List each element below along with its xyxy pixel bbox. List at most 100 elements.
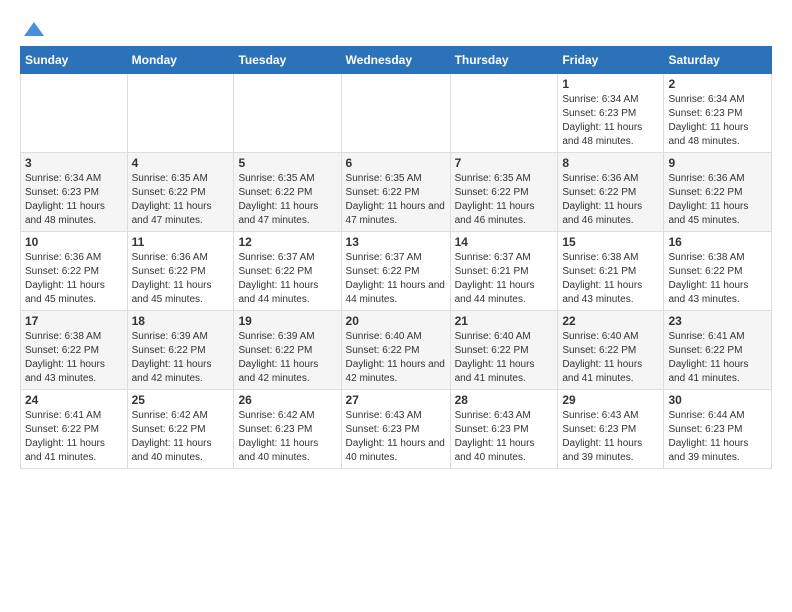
header-row [20,20,772,38]
calendar-cell: 2Sunrise: 6:34 AM Sunset: 6:23 PM Daylig… [664,74,772,153]
header-row: SundayMondayTuesdayWednesdayThursdayFrid… [21,47,772,74]
cell-info: Sunrise: 6:35 AM Sunset: 6:22 PM Dayligh… [455,172,554,228]
cell-info: Sunrise: 6:43 AM Sunset: 6:23 PM Dayligh… [346,409,446,465]
calendar-week-1: 1 Sunrise: 6:34 AM Sunset: 6:23 PM Daylig… [21,74,772,153]
cell-info: Sunrise: 6:41 AM Sunset: 6:22 PM Dayligh… [668,330,767,386]
cell-info: Sunrise: 6:35 AM Sunset: 6:22 PM Dayligh… [238,172,336,228]
calendar-header: SundayMondayTuesdayWednesdayThursdayFrid… [21,47,772,74]
calendar-cell [127,74,234,153]
day-number: 8 [562,156,659,170]
calendar-cell [341,74,450,153]
calendar-cell [234,74,341,153]
calendar-cell: 24 Sunrise: 6:41 AM Sunset: 6:22 PM Dayli… [21,390,128,469]
day-number: 25 [132,393,230,407]
cell-info: Sunrise: 6:36 AM Sunset: 6:22 PM Dayligh… [25,251,123,307]
calendar-cell: 23 Sunrise: 6:41 AM Sunset: 6:22 PM Dayli… [664,311,772,390]
calendar-cell: 30 Sunrise: 6:44 AM Sunset: 6:23 PM Dayli… [664,390,772,469]
day-number: 23 [668,314,767,328]
day-number: 12 [238,235,336,249]
calendar-cell: 27 Sunrise: 6:43 AM Sunset: 6:23 PM Dayli… [341,390,450,469]
day-number: 13 [346,235,446,249]
calendar-cell: 16 Sunrise: 6:38 AM Sunset: 6:22 PM Dayli… [664,232,772,311]
calendar-cell: 19 Sunrise: 6:39 AM Sunset: 6:22 PM Dayli… [234,311,341,390]
column-header-monday: Monday [127,47,234,74]
calendar-cell: 20 Sunrise: 6:40 AM Sunset: 6:22 PM Dayli… [341,311,450,390]
cell-info: Sunrise: 6:39 AM Sunset: 6:22 PM Dayligh… [132,330,230,386]
calendar-cell: 9 Sunrise: 6:36 AM Sunset: 6:22 PM Daylig… [664,153,772,232]
calendar-cell: 5 Sunrise: 6:35 AM Sunset: 6:22 PM Daylig… [234,153,341,232]
calendar-table: SundayMondayTuesdayWednesdayThursdayFrid… [20,46,772,469]
day-number: 10 [25,235,123,249]
calendar-cell: 25 Sunrise: 6:42 AM Sunset: 6:22 PM Dayli… [127,390,234,469]
day-number: 28 [455,393,554,407]
cell-info: Sunrise: 6:43 AM Sunset: 6:23 PM Dayligh… [455,409,554,465]
day-number: 29 [562,393,659,407]
calendar-cell: 1 Sunrise: 6:34 AM Sunset: 6:23 PM Daylig… [558,74,664,153]
calendar-cell: 28 Sunrise: 6:43 AM Sunset: 6:23 PM Dayli… [450,390,558,469]
cell-info: Sunrise: 6:40 AM Sunset: 6:22 PM Dayligh… [455,330,554,386]
cell-info: Sunrise: 6:38 AM Sunset: 6:22 PM Dayligh… [25,330,123,386]
calendar-cell: 18 Sunrise: 6:39 AM Sunset: 6:22 PM Dayli… [127,311,234,390]
day-number: 27 [346,393,446,407]
cell-info: Sunrise: 6:44 AM Sunset: 6:23 PM Dayligh… [668,409,767,465]
day-number: 19 [238,314,336,328]
day-number: 30 [668,393,767,407]
calendar-cell: 6Sunrise: 6:35 AM Sunset: 6:22 PM Daylig… [341,153,450,232]
column-header-tuesday: Tuesday [234,47,341,74]
day-number: 14 [455,235,554,249]
cell-info: Sunrise: 6:34 AM Sunset: 6:23 PM Dayligh… [562,93,659,149]
day-number: 22 [562,314,659,328]
logo-icon [22,20,46,38]
day-number: 4 [132,156,230,170]
calendar-cell: 11Sunrise: 6:36 AM Sunset: 6:22 PM Dayli… [127,232,234,311]
day-number: 1 [562,77,659,91]
cell-info: Sunrise: 6:42 AM Sunset: 6:22 PM Dayligh… [132,409,230,465]
cell-info: Sunrise: 6:42 AM Sunset: 6:23 PM Dayligh… [238,409,336,465]
cell-info: Sunrise: 6:37 AM Sunset: 6:22 PM Dayligh… [346,251,446,307]
calendar-cell: 14 Sunrise: 6:37 AM Sunset: 6:21 PM Dayli… [450,232,558,311]
calendar-cell: 17Sunrise: 6:38 AM Sunset: 6:22 PM Dayli… [21,311,128,390]
cell-info: Sunrise: 6:37 AM Sunset: 6:22 PM Dayligh… [238,251,336,307]
calendar-body: 1 Sunrise: 6:34 AM Sunset: 6:23 PM Daylig… [21,74,772,469]
day-number: 20 [346,314,446,328]
calendar-cell [450,74,558,153]
day-number: 3 [25,156,123,170]
day-number: 15 [562,235,659,249]
calendar-cell: 22Sunrise: 6:40 AM Sunset: 6:22 PM Dayli… [558,311,664,390]
calendar-cell: 7 Sunrise: 6:35 AM Sunset: 6:22 PM Daylig… [450,153,558,232]
calendar-week-5: 24 Sunrise: 6:41 AM Sunset: 6:22 PM Dayli… [21,390,772,469]
day-number: 16 [668,235,767,249]
calendar-cell: 10 Sunrise: 6:36 AM Sunset: 6:22 PM Dayli… [21,232,128,311]
column-header-friday: Friday [558,47,664,74]
cell-info: Sunrise: 6:35 AM Sunset: 6:22 PM Dayligh… [132,172,230,228]
calendar-cell: 26 Sunrise: 6:42 AM Sunset: 6:23 PM Dayli… [234,390,341,469]
day-number: 11 [132,235,230,249]
cell-info: Sunrise: 6:39 AM Sunset: 6:22 PM Dayligh… [238,330,336,386]
cell-info: Sunrise: 6:41 AM Sunset: 6:22 PM Dayligh… [25,409,123,465]
cell-info: Sunrise: 6:40 AM Sunset: 6:22 PM Dayligh… [346,330,446,386]
calendar-week-2: 3 Sunrise: 6:34 AM Sunset: 6:23 PM Daylig… [21,153,772,232]
day-number: 24 [25,393,123,407]
day-number: 26 [238,393,336,407]
column-header-thursday: Thursday [450,47,558,74]
day-number: 7 [455,156,554,170]
day-number: 18 [132,314,230,328]
cell-info: Sunrise: 6:34 AM Sunset: 6:23 PM Dayligh… [668,93,767,149]
calendar-cell [21,74,128,153]
day-number: 5 [238,156,336,170]
calendar-cell: 21Sunrise: 6:40 AM Sunset: 6:22 PM Dayli… [450,311,558,390]
cell-info: Sunrise: 6:43 AM Sunset: 6:23 PM Dayligh… [562,409,659,465]
day-number: 9 [668,156,767,170]
column-header-saturday: Saturday [664,47,772,74]
calendar-week-3: 10 Sunrise: 6:36 AM Sunset: 6:22 PM Dayli… [21,232,772,311]
logo [20,20,46,38]
cell-info: Sunrise: 6:36 AM Sunset: 6:22 PM Dayligh… [668,172,767,228]
calendar-cell: 4 Sunrise: 6:35 AM Sunset: 6:22 PM Daylig… [127,153,234,232]
cell-info: Sunrise: 6:36 AM Sunset: 6:22 PM Dayligh… [562,172,659,228]
cell-info: Sunrise: 6:34 AM Sunset: 6:23 PM Dayligh… [25,172,123,228]
calendar-week-4: 17Sunrise: 6:38 AM Sunset: 6:22 PM Dayli… [21,311,772,390]
calendar-cell: 13 Sunrise: 6:37 AM Sunset: 6:22 PM Dayli… [341,232,450,311]
cell-info: Sunrise: 6:37 AM Sunset: 6:21 PM Dayligh… [455,251,554,307]
cell-info: Sunrise: 6:38 AM Sunset: 6:22 PM Dayligh… [668,251,767,307]
column-header-sunday: Sunday [21,47,128,74]
